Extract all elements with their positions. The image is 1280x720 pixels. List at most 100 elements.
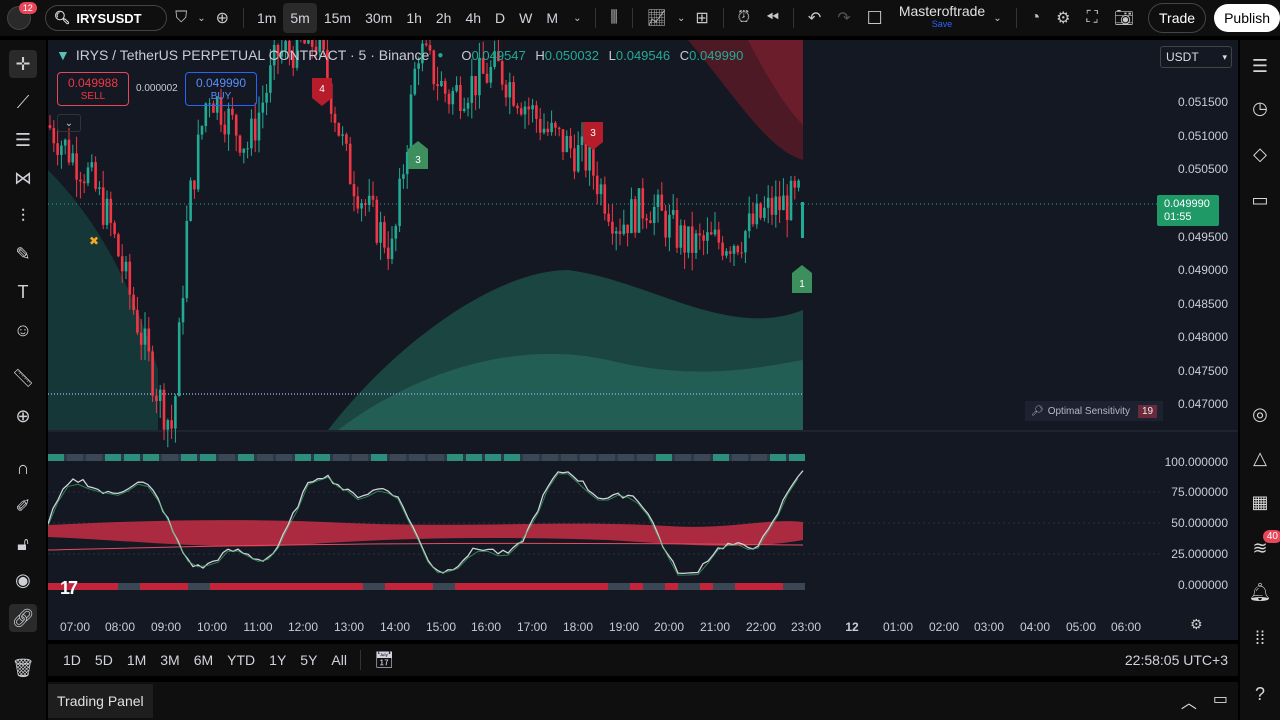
price-label: 0.050500: [1177, 162, 1228, 176]
chat-icon[interactable]: ▭: [1246, 186, 1274, 214]
chart-area[interactable]: 4 3 3 1 ✖ ▼ IRYS / TetherUS PERPETUAL CONTRA…: [48, 40, 1238, 640]
candle-body: [592, 146, 595, 176]
timeframe-dropdown-icon[interactable]: ⌄: [565, 13, 589, 24]
candle-body: [679, 225, 683, 248]
axis-settings-icon[interactable]: ⚙: [1190, 616, 1203, 633]
fullscreen-icon[interactable]: ⛶: [1079, 9, 1106, 27]
watchlist-icon[interactable]: ☰: [1246, 52, 1274, 80]
publish-button[interactable]: Publish: [1214, 4, 1280, 32]
crosshair-icon[interactable]: ✛: [9, 50, 37, 78]
range-1M[interactable]: 1M: [120, 652, 153, 668]
alerts-clock-icon[interactable]: ◷: [1246, 94, 1274, 122]
signal-strip-segment: [466, 454, 482, 461]
time-label: 14:00: [379, 620, 411, 634]
link-icon[interactable]: 🔗︎: [9, 604, 37, 632]
replay-icon[interactable]: ⏪︎: [758, 9, 787, 27]
tradingview-logo[interactable]: 17: [60, 578, 78, 599]
forecast-icon[interactable]: ⫶: [9, 202, 37, 230]
stream-icon[interactable]: ≋ 40: [1246, 530, 1280, 562]
chevron-down-icon[interactable]: ⌄: [195, 13, 207, 24]
pattern-icon[interactable]: ⋈: [9, 164, 37, 192]
range-All[interactable]: All: [324, 652, 354, 668]
camera-icon[interactable]: 📷︎: [1106, 8, 1142, 28]
timeframe-5m[interactable]: 5m: [283, 3, 317, 33]
signal-label: 1: [799, 279, 805, 290]
timeframe-4h[interactable]: 4h: [458, 3, 488, 33]
candle-body: [390, 238, 394, 260]
candle-body: [774, 196, 778, 215]
fib-icon[interactable]: ☰: [9, 126, 37, 154]
price-label: 0.047500: [1177, 364, 1228, 378]
candle-body: [637, 188, 641, 233]
brush-icon[interactable]: ✎: [9, 240, 37, 268]
timeframe-15m[interactable]: 15m: [317, 3, 358, 33]
bell-icon[interactable]: 🔔︎: [1246, 578, 1274, 606]
checkbox-icon[interactable]: ☐: [859, 8, 891, 29]
range-YTD[interactable]: YTD: [220, 652, 262, 668]
symbol-label: IRYSUSDT: [76, 10, 142, 26]
apps-grid-icon[interactable]: ⁞⁞: [1246, 624, 1274, 652]
clock-timezone[interactable]: 22:58:05 UTC+3: [1125, 652, 1228, 668]
price-axis[interactable]: 0.051500 0.051000 0.050500 0.049500 0.04…: [1160, 40, 1238, 430]
layers-icon[interactable]: ◇: [1246, 140, 1274, 168]
magnet-icon[interactable]: ∩: [9, 454, 37, 482]
signal-strip-segment: [433, 583, 455, 590]
lock-icon[interactable]: 🔓︎: [9, 530, 37, 558]
layout-name[interactable]: Masteroftrade Save: [899, 4, 985, 31]
candle-body: [614, 231, 618, 234]
chevron-down-icon[interactable]: ⌄: [985, 13, 1009, 24]
range-6M[interactable]: 6M: [187, 652, 220, 668]
range-3M[interactable]: 3M: [153, 652, 186, 668]
alert-icon[interactable]: ⏰︎: [730, 9, 758, 27]
settings-icon[interactable]: ⚙: [1048, 8, 1078, 28]
candle-body: [394, 226, 398, 239]
timeframe-1m[interactable]: 1m: [250, 3, 283, 33]
buy-button[interactable]: 0.049990 BUY: [185, 72, 257, 106]
text-icon[interactable]: T: [9, 278, 37, 306]
timeframe-W[interactable]: W: [512, 3, 539, 33]
candle-body: [656, 194, 660, 207]
trash-icon[interactable]: 🗑︎: [9, 654, 37, 682]
trendline-icon[interactable]: ⟋: [9, 88, 37, 116]
range-1Y[interactable]: 1Y: [262, 652, 293, 668]
help-icon[interactable]: ?: [1246, 680, 1274, 708]
timeframe-2h[interactable]: 2h: [429, 3, 459, 33]
calendar-icon[interactable]: ▦: [1246, 488, 1274, 516]
timeframe-30m[interactable]: 30m: [358, 3, 399, 33]
chevron-down-icon[interactable]: ⌄: [675, 13, 687, 24]
target-icon[interactable]: ◎: [1246, 400, 1274, 428]
pencil-lock-icon[interactable]: ✐: [9, 492, 37, 520]
redo-icon[interactable]: ↷: [829, 8, 858, 28]
timeframe-1h[interactable]: 1h: [399, 3, 429, 33]
maximize-panel-icon[interactable]: ▭: [1213, 689, 1228, 713]
range-5Y[interactable]: 5Y: [293, 652, 324, 668]
indicators-icon[interactable]: 📈︎: [639, 8, 675, 28]
ideas-icon[interactable]: △: [1246, 444, 1274, 472]
buy-price: 0.049990: [195, 76, 247, 90]
symbol-search[interactable]: 🔍︎ IRYSUSDT: [44, 5, 168, 31]
trade-button[interactable]: Trade: [1148, 3, 1207, 33]
sell-button[interactable]: 0.049988 SELL: [57, 72, 129, 106]
candle-body: [789, 180, 793, 220]
range-1D[interactable]: 1D: [56, 652, 88, 668]
chevron-up-icon[interactable]: ︿: [1181, 689, 1197, 713]
collapse-legend-button[interactable]: ⌄: [57, 114, 81, 132]
range-5D[interactable]: 5D: [88, 652, 120, 668]
signal-strip-segment: [333, 454, 349, 461]
timeframe-D[interactable]: D: [488, 3, 512, 33]
compare-icon[interactable]: ⛉: [167, 9, 195, 27]
undo-icon[interactable]: ↶: [800, 8, 829, 28]
emoji-icon[interactable]: ☺: [9, 316, 37, 344]
zoom-icon[interactable]: ⊕: [9, 402, 37, 430]
add-symbol-icon[interactable]: ⊕: [208, 8, 237, 28]
ruler-icon[interactable]: 📏︎: [9, 364, 37, 392]
timeframe-M[interactable]: M: [539, 3, 565, 33]
tab-trading-panel[interactable]: Trading Panel: [48, 684, 153, 718]
eye-icon[interactable]: ◉: [9, 566, 37, 594]
candles-icon[interactable]: ⫼: [602, 9, 625, 27]
signal-strip-segment: [219, 454, 235, 461]
goto-date-icon[interactable]: 📅︎: [367, 650, 401, 670]
layouts-icon[interactable]: ⊞: [687, 8, 716, 28]
quick-search-icon[interactable]: ◔: [1022, 9, 1048, 27]
user-avatar[interactable]: 12: [4, 1, 37, 35]
